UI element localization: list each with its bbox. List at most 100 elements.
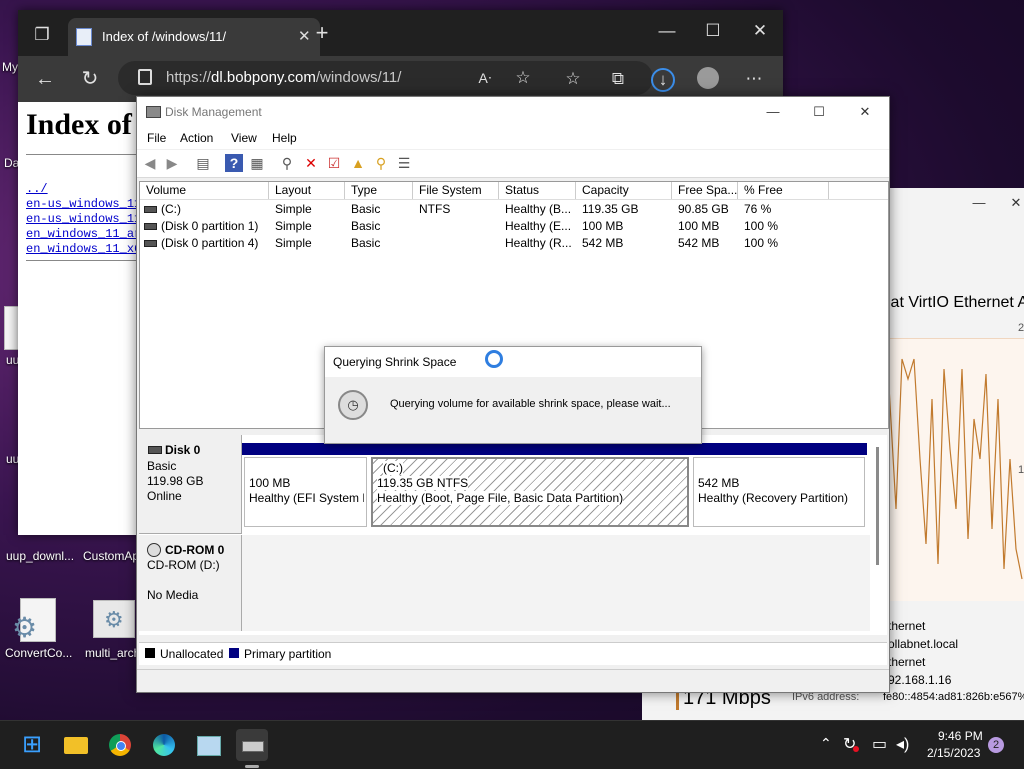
cdrom0-info[interactable]: CD-ROM 0 CD-ROM (D:) No Media [139, 535, 242, 631]
disk-mgmt-shape [242, 741, 264, 752]
disk0-icon [148, 446, 162, 454]
close-icon[interactable]: ✕ [748, 21, 772, 41]
legend-primary-swatch [229, 648, 239, 658]
table-row[interactable]: (C:) Simple Basic NTFS Healthy (B... 119… [140, 201, 888, 218]
url-prefix: https:// [166, 69, 212, 86]
table-row[interactable]: (Disk 0 partition 1) Simple Basic Health… [140, 218, 888, 235]
tb-list-icon[interactable]: ☰ [395, 154, 413, 172]
tb-folder-up-icon[interactable]: ▲ [349, 154, 367, 172]
desktop-icon-uup-download[interactable]: uup_downl... [6, 549, 74, 563]
netwin-minimize-icon[interactable]: — [967, 193, 991, 213]
clock-time[interactable]: 9:46 PM [938, 729, 983, 743]
row-capacity: 119.35 GB [582, 202, 639, 216]
new-tab-icon[interactable]: + [310, 22, 334, 44]
menu-file[interactable]: File [147, 131, 166, 145]
edge-icon[interactable] [148, 729, 180, 761]
dm-close-icon[interactable]: ✕ [853, 102, 877, 122]
col-free-space[interactable]: Free Spa... [672, 182, 738, 199]
partition-c-bar [369, 443, 691, 455]
show-hidden-icons[interactable]: ⌃ [820, 735, 832, 752]
link-file-1[interactable]: en-us_windows_11 [26, 197, 141, 211]
adapter-title: lat VirtIO Ethernet A [887, 294, 1024, 311]
col-file-system[interactable]: File System [413, 182, 499, 199]
tb-properties-icon[interactable]: ▦ [248, 154, 266, 172]
collections-icon[interactable]: ⧉ [606, 69, 630, 89]
tb-search-folder-icon[interactable]: ⚲ [372, 154, 390, 172]
col-percent-free[interactable]: % Free [738, 182, 829, 199]
partition-efi-status: Healthy (EFI System P [249, 491, 364, 505]
row-fs: NTFS [419, 202, 451, 216]
clock-date[interactable]: 2/15/2023 [927, 746, 980, 760]
tb-connect-icon[interactable]: ⚲ [278, 154, 296, 172]
col-layout[interactable]: Layout [269, 182, 345, 199]
desktop-icon-convertco[interactable]: ConvertCo... [5, 646, 72, 660]
chrome-center [116, 741, 126, 751]
disk-management-taskbar-icon[interactable] [236, 729, 268, 761]
minimize-icon[interactable]: — [655, 21, 679, 41]
netwin-close-icon[interactable]: ✕ [1009, 193, 1023, 213]
url-host: dl.bobpony.com [211, 69, 316, 86]
volume-icon [144, 206, 157, 214]
profile-avatar[interactable] [697, 67, 719, 89]
disk0-info[interactable]: Disk 0 Basic 119.98 GB Online [139, 435, 242, 534]
start-button-icon[interactable]: ⊞ [16, 729, 48, 761]
task-manager-icon[interactable] [192, 729, 224, 761]
downloads-icon[interactable]: ↓ [651, 68, 675, 92]
dialog-message: Querying volume for available shrink spa… [390, 398, 671, 410]
tb-console-icon[interactable]: ▤ [194, 154, 212, 172]
back-icon[interactable]: ← [33, 69, 57, 89]
tb-delete-icon[interactable]: ✕ [302, 154, 320, 172]
dm-maximize-icon[interactable]: ☐ [807, 102, 831, 122]
row-free: 542 MB [678, 236, 720, 250]
col-type[interactable]: Type [345, 182, 413, 199]
partition-c-status: Healthy (Boot, Page File, Basic Data Par… [377, 491, 624, 505]
refresh-icon[interactable]: ↻ [78, 69, 102, 89]
table-row[interactable]: (Disk 0 partition 4) Simple Basic Health… [140, 235, 888, 252]
tab-close-icon[interactable]: ✕ [298, 27, 311, 45]
add-favorite-icon[interactable]: ☆ [511, 68, 535, 88]
file-explorer-icon[interactable] [60, 729, 92, 761]
col-capacity[interactable]: Capacity [576, 182, 672, 199]
legend-unallocated: Unallocated [160, 647, 224, 661]
maximize-icon[interactable]: ☐ [701, 21, 725, 41]
tb-help-icon[interactable]: ? [225, 154, 243, 172]
tab-actions-icon[interactable]: ❐ [30, 25, 54, 45]
header-underline [140, 199, 888, 200]
desktop-icon-multi-arch[interactable]: multi_arch [85, 646, 140, 660]
row-capacity: 542 MB [582, 236, 624, 250]
col-volume[interactable]: Volume [140, 182, 269, 199]
prop-connection-type: thernet [888, 619, 926, 633]
dm-minimize-icon[interactable]: — [761, 102, 785, 122]
prop-connection-type-2: thernet [888, 655, 926, 669]
volume-icon [144, 240, 157, 248]
graph-scrollbar[interactable] [876, 447, 879, 565]
col-status[interactable]: Status [499, 182, 576, 199]
clock-icon: ◷ [338, 390, 368, 420]
partition-c[interactable]: (C:) 119.35 GB NTFS Healthy (Boot, Page … [369, 443, 691, 529]
more-options-icon[interactable]: ⋯ [742, 69, 766, 89]
network-icon[interactable]: ▭ [872, 734, 887, 754]
browser-tab[interactable]: Index of /windows/11/ ✕ [68, 18, 320, 56]
volume-icon[interactable]: ◂) [896, 734, 909, 754]
link-file-3[interactable]: en_windows_11_ar [26, 227, 141, 241]
tb-check-icon[interactable]: ☑ [325, 154, 343, 172]
menu-help[interactable]: Help [272, 131, 297, 145]
partition-recovery-status: Healthy (Recovery Partition) [698, 491, 849, 505]
tb-forward-icon[interactable]: ▶ [163, 154, 181, 172]
partition-c-box: (C:) 119.35 GB NTFS Healthy (Boot, Page … [371, 457, 689, 527]
partition-efi[interactable]: 100 MB Healthy (EFI System P [242, 443, 369, 529]
tb-back-icon[interactable]: ◀ [141, 154, 159, 172]
favorites-icon[interactable]: ☆ [561, 69, 585, 89]
desktop-icon-customap[interactable]: CustomAp [83, 549, 139, 563]
link-parent[interactable]: ../ [26, 182, 48, 196]
link-file-2[interactable]: en-us_windows_11 [26, 212, 141, 226]
menu-action[interactable]: Action [180, 131, 213, 145]
link-file-4[interactable]: en_windows_11_x6 [26, 242, 141, 256]
partition-recovery[interactable]: 542 MB Healthy (Recovery Partition) [691, 443, 867, 529]
notification-badge[interactable]: 2 [988, 737, 1004, 753]
read-aloud-icon[interactable]: Aᐧ [473, 68, 497, 88]
chrome-icon[interactable] [104, 729, 136, 761]
cdrom0-media: No Media [147, 588, 199, 602]
menu-view[interactable]: View [231, 131, 257, 145]
cdrom-icon [147, 543, 161, 557]
